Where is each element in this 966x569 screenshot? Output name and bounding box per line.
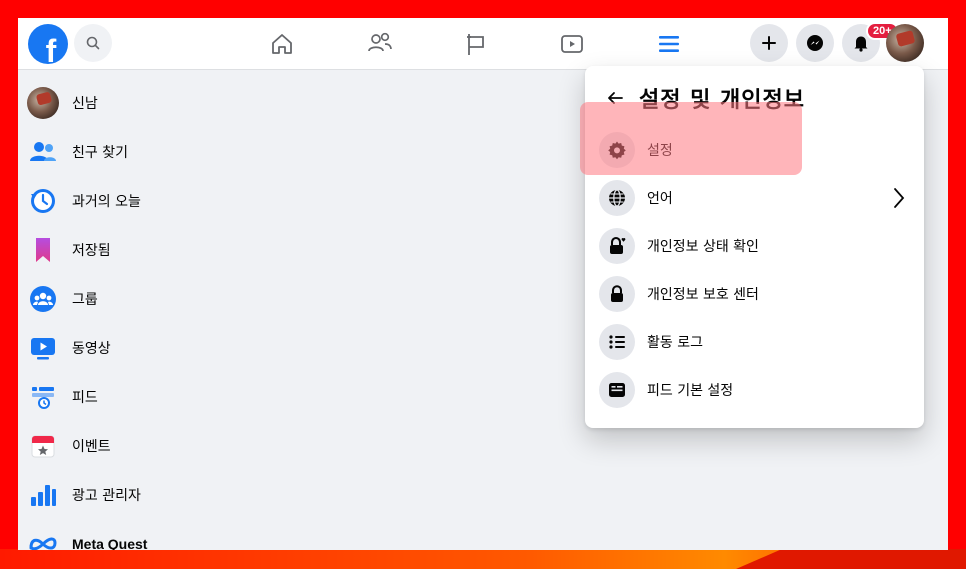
sidebar-item-groups[interactable]: 그룹 xyxy=(18,274,318,323)
ads-bar-chart-icon xyxy=(26,478,60,512)
menu-item-language[interactable]: 언어 xyxy=(593,174,916,222)
menu-item-label: 개인정보 보호 센터 xyxy=(647,287,759,303)
panel-header: 설정 및 개인정보 xyxy=(597,80,805,116)
lock-icon xyxy=(599,276,635,312)
sidebar-item-label: 친구 찾기 xyxy=(72,144,128,161)
sidebar-item-video[interactable]: 동영상 xyxy=(18,323,318,372)
sidebar-item-meta-quest[interactable]: Meta Quest xyxy=(18,519,318,550)
chevron-right-icon xyxy=(894,188,905,208)
search-icon xyxy=(86,36,100,50)
bookmark-icon xyxy=(26,233,60,267)
sidebar-item-find-friends[interactable]: 친구 찾기 xyxy=(18,127,318,176)
back-arrow-icon xyxy=(608,92,623,104)
logo-letter: f xyxy=(45,33,57,64)
menu-item-feed-preferences[interactable]: 피드 기본 설정 xyxy=(593,366,916,414)
sidebar-item-label: 저장됨 xyxy=(72,242,111,259)
back-button[interactable] xyxy=(597,80,633,116)
bell-icon xyxy=(854,36,868,52)
gear-icon xyxy=(599,132,635,168)
create-button[interactable] xyxy=(750,24,788,62)
lock-heart-icon xyxy=(599,228,635,264)
sidebar-item-feeds[interactable]: 피드 xyxy=(18,372,318,421)
avatar xyxy=(27,86,59,119)
settings-privacy-panel: 설정 및 개인정보 설정 언어 개인정보 상태 확인 개인정보 보호 센터 활동… xyxy=(585,66,924,428)
nav-home[interactable] xyxy=(260,28,304,60)
calendar-star-icon xyxy=(26,429,60,463)
sidebar-item-label: 광고 관리자 xyxy=(72,487,141,504)
sidebar-item-profile[interactable]: 신남 xyxy=(18,78,318,127)
video-icon xyxy=(26,331,60,365)
groups-icon xyxy=(26,282,60,316)
facebook-logo[interactable]: f xyxy=(28,24,68,64)
menu-item-privacy-checkup[interactable]: 개인정보 상태 확인 xyxy=(593,222,916,270)
menu-item-privacy-center[interactable]: 개인정보 보호 센터 xyxy=(593,270,916,318)
notifications-button[interactable]: 20+ xyxy=(842,22,899,62)
home-icon xyxy=(272,34,292,54)
menu-icon xyxy=(659,36,679,52)
sidebar-item-label: 동영상 xyxy=(72,340,111,357)
sidebar-item-events[interactable]: 이벤트 xyxy=(18,421,318,470)
panel-title: 설정 및 개인정보 xyxy=(639,88,805,113)
menu-item-label: 언어 xyxy=(647,191,673,207)
sidebar-item-ads-manager[interactable]: 광고 관리자 xyxy=(18,470,318,519)
sidebar-item-label: 그룹 xyxy=(72,291,98,308)
plus-icon xyxy=(762,36,776,50)
top-navigation-bar: f 20+ xyxy=(18,18,948,70)
sidebar-item-memories[interactable]: 과거의 오늘 xyxy=(18,176,318,225)
menu-item-label: 개인정보 상태 확인 xyxy=(647,239,759,255)
browser-viewport: f 20+ 신남 친구 찾기 과거의 오늘 저장됨 그룹 동영상 피드 이벤트 … xyxy=(18,18,948,550)
meta-logo-icon xyxy=(26,527,60,551)
menu-item-settings[interactable]: 설정 xyxy=(593,126,916,174)
menu-item-label: 피드 기본 설정 xyxy=(647,383,734,399)
messenger-button[interactable] xyxy=(796,24,834,62)
menu-item-label: 활동 로그 xyxy=(647,335,703,351)
account-avatar[interactable] xyxy=(886,24,924,62)
menu-item-label: 설정 xyxy=(647,143,673,159)
nav-menu[interactable] xyxy=(629,28,709,70)
nav-watch[interactable] xyxy=(550,28,594,60)
list-icon xyxy=(599,324,635,360)
left-sidebar: 신남 친구 찾기 과거의 오늘 저장됨 그룹 동영상 피드 이벤트 광고 관리자… xyxy=(18,78,318,550)
sidebar-item-label: 신남 xyxy=(72,95,98,112)
sidebar-item-label: Meta Quest xyxy=(72,535,148,551)
feed-prefs-icon xyxy=(599,372,635,408)
feeds-icon xyxy=(26,380,60,414)
menu-item-activity-log[interactable]: 활동 로그 xyxy=(593,318,916,366)
watch-icon xyxy=(561,35,583,53)
sidebar-item-label: 피드 xyxy=(72,389,98,406)
sidebar-item-saved[interactable]: 저장됨 xyxy=(18,225,318,274)
memories-clock-icon xyxy=(26,184,60,218)
friends-icon xyxy=(368,32,392,52)
sidebar-item-label: 이벤트 xyxy=(72,438,111,455)
search-button[interactable] xyxy=(74,24,112,62)
friends-icon xyxy=(26,135,60,169)
nav-friends[interactable] xyxy=(358,28,402,60)
globe-icon xyxy=(599,180,635,216)
sidebar-item-label: 과거의 오늘 xyxy=(72,193,141,210)
messenger-icon xyxy=(807,35,823,51)
nav-pages[interactable] xyxy=(454,28,498,60)
pages-flag-icon xyxy=(467,34,484,55)
